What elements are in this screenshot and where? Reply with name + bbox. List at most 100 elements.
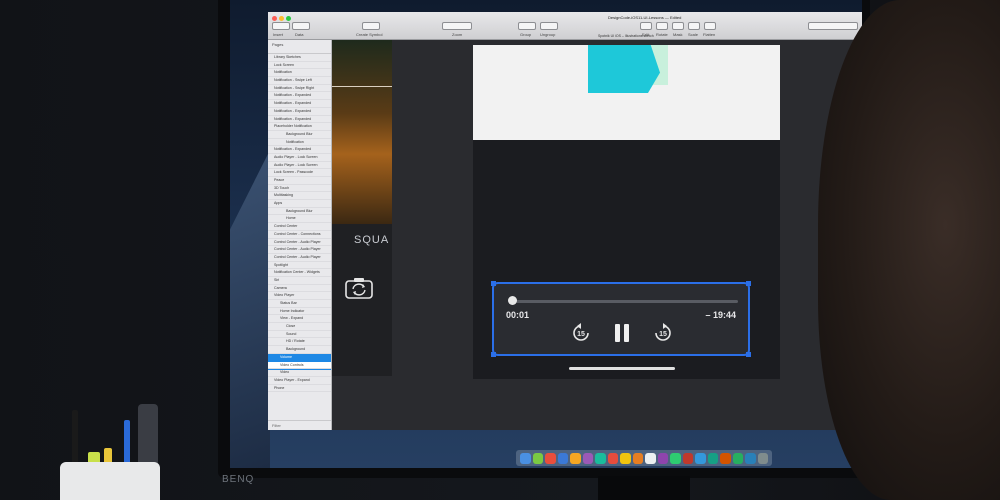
layer-item[interactable]: Status Bar <box>268 300 331 308</box>
layer-item[interactable]: Volume <box>268 353 331 362</box>
layer-list: Library Sketches Lock Screen Notification N… <box>268 54 331 393</box>
layer-item[interactable]: Video Controls <box>268 360 331 371</box>
dock-app-icon[interactable] <box>582 452 593 464</box>
minimize-window-icon[interactable] <box>279 16 284 21</box>
layer-item[interactable]: Notification <box>268 69 331 78</box>
dock-app-icon[interactable] <box>757 452 768 464</box>
ungroup-button[interactable] <box>540 22 558 30</box>
dock-app-icon[interactable] <box>620 452 631 464</box>
resize-handle-top-right[interactable] <box>746 281 751 286</box>
layer-item[interactable]: Notification Center - Widgets <box>268 269 331 277</box>
layer-item[interactable]: Control Center - Connections <box>268 231 331 239</box>
dock-app-icon[interactable] <box>595 452 606 464</box>
pause-icon[interactable] <box>611 322 633 344</box>
dock-app-icon[interactable] <box>695 452 706 464</box>
layer-item[interactable]: Notification - Swipe Right <box>268 85 331 93</box>
group-button[interactable] <box>518 22 536 30</box>
dock-app-icon[interactable] <box>532 452 543 464</box>
layer-item[interactable]: Background Blur <box>268 208 331 216</box>
layer-item[interactable]: Lock Screen <box>268 62 331 70</box>
layer-item[interactable]: Spotlight <box>268 262 331 270</box>
dock-app-icon[interactable] <box>682 452 693 464</box>
skip-forward-icon[interactable]: 15 <box>652 322 674 344</box>
dock-app-icon[interactable] <box>657 452 668 464</box>
progress-track[interactable] <box>510 300 738 303</box>
layer-item[interactable]: Library Sketches <box>268 54 331 62</box>
layer-item[interactable]: Notification - Expanded <box>268 116 331 124</box>
create-symbol-button[interactable] <box>362 22 380 30</box>
layer-item[interactable]: Background <box>268 346 331 354</box>
zoom-control[interactable] <box>442 22 472 30</box>
layer-item[interactable]: Notification - Expanded <box>268 108 331 116</box>
layer-item[interactable]: Phone <box>268 385 331 393</box>
resize-handle-top-left[interactable] <box>491 281 496 286</box>
dock-app-icon[interactable] <box>645 452 656 464</box>
layer-item[interactable]: Video Player <box>268 292 331 300</box>
design-canvas[interactable]: SQUA 00:01 – 19:44 15 15 <box>332 40 862 430</box>
layer-item[interactable]: Audio Player - Lock Screen <box>268 154 331 162</box>
dock-app-icon[interactable] <box>632 452 643 464</box>
layer-item[interactable]: Video Player - Expand <box>268 377 331 385</box>
document-title: DesignCode-iOS11-UI-Lessons — Edited <box>608 15 682 20</box>
layer-item[interactable]: Video <box>268 369 331 377</box>
right-toolbar-group[interactable] <box>808 22 858 30</box>
layer-item[interactable]: 3D Touch <box>268 185 331 193</box>
close-window-icon[interactable] <box>272 16 277 21</box>
dock-app-icon[interactable] <box>570 452 581 464</box>
dock-app-icon[interactable] <box>720 452 731 464</box>
layer-item[interactable]: Multitasking <box>268 192 331 201</box>
flatten-button[interactable] <box>704 22 716 30</box>
dock-app-icon[interactable] <box>520 452 531 464</box>
layer-item[interactable]: Close <box>268 323 331 331</box>
mask-button[interactable] <box>672 22 684 30</box>
layer-item[interactable]: Control Center <box>268 223 331 231</box>
layer-item[interactable]: Control Center - Audio Player <box>268 239 331 247</box>
layer-item[interactable]: Notification - Swipe Left <box>268 77 331 85</box>
layer-item[interactable]: Notification - Expanded <box>268 92 331 101</box>
sketch-app-window: Insert Data Create Symbol Zoom Group Ung… <box>268 12 862 430</box>
layer-item[interactable]: Placeholder Notification <box>268 123 331 131</box>
layer-item[interactable]: Notification - Expanded <box>268 146 331 154</box>
layer-item[interactable]: Camera <box>268 285 331 293</box>
dock-app-icon[interactable] <box>557 452 568 464</box>
layer-item[interactable]: Home Indicator <box>268 308 331 316</box>
layer-item[interactable]: Notification <box>268 139 331 147</box>
camera-rotate-icon[interactable] <box>344 276 374 300</box>
layer-item[interactable]: Peace <box>268 177 331 185</box>
video-controls-group[interactable]: 00:01 – 19:44 15 15 <box>491 281 751 357</box>
progress-knob[interactable] <box>507 296 517 305</box>
layer-item[interactable]: Home <box>268 215 331 224</box>
artboard-video-player[interactable]: 00:01 – 19:44 15 15 <box>473 45 780 379</box>
resize-handle-bottom-left[interactable] <box>491 352 496 357</box>
dock-app-icon[interactable] <box>670 452 681 464</box>
artboard-camera[interactable]: SQUA <box>332 40 392 376</box>
layer-item[interactable]: Notification - Expanded <box>268 100 331 108</box>
dock-app-icon[interactable] <box>745 452 756 464</box>
layer-item[interactable]: Control Center - Audio Player <box>268 254 331 262</box>
edit-button[interactable] <box>640 22 652 30</box>
layer-item[interactable]: Siri <box>268 277 331 285</box>
elapsed-time: 00:01 <box>506 310 530 320</box>
zoom-window-icon[interactable] <box>286 16 291 21</box>
scale-button[interactable] <box>688 22 700 30</box>
skip-back-icon[interactable]: 15 <box>570 322 592 344</box>
layer-item[interactable]: HD / Rotate <box>268 338 331 347</box>
layer-item[interactable]: View - Expand <box>268 315 331 324</box>
photo-divider <box>332 86 392 87</box>
layer-item[interactable]: Audio Player - Lock Screen <box>268 162 331 170</box>
data-button[interactable] <box>292 22 310 30</box>
rotate-button[interactable] <box>656 22 668 30</box>
layer-item[interactable]: Apps <box>268 200 331 208</box>
dock-app-icon[interactable] <box>607 452 618 464</box>
layer-item[interactable]: Control Center - Audio Player <box>268 246 331 254</box>
resize-handle-bottom-right[interactable] <box>746 352 751 357</box>
layer-item[interactable]: Lock Screen - Passcode <box>268 169 331 177</box>
layers-filter[interactable]: Filter <box>268 420 331 430</box>
layer-item[interactable]: Background Blur <box>268 131 331 139</box>
dock-app-icon[interactable] <box>707 452 718 464</box>
dock-app-icon[interactable] <box>545 452 556 464</box>
dock-app-icon[interactable] <box>732 452 743 464</box>
insert-button[interactable] <box>272 22 290 30</box>
layer-item[interactable]: Sound <box>268 331 331 339</box>
document-tab[interactable]: Spotnik UI iOS – Illustrations.sketch <box>598 34 654 38</box>
